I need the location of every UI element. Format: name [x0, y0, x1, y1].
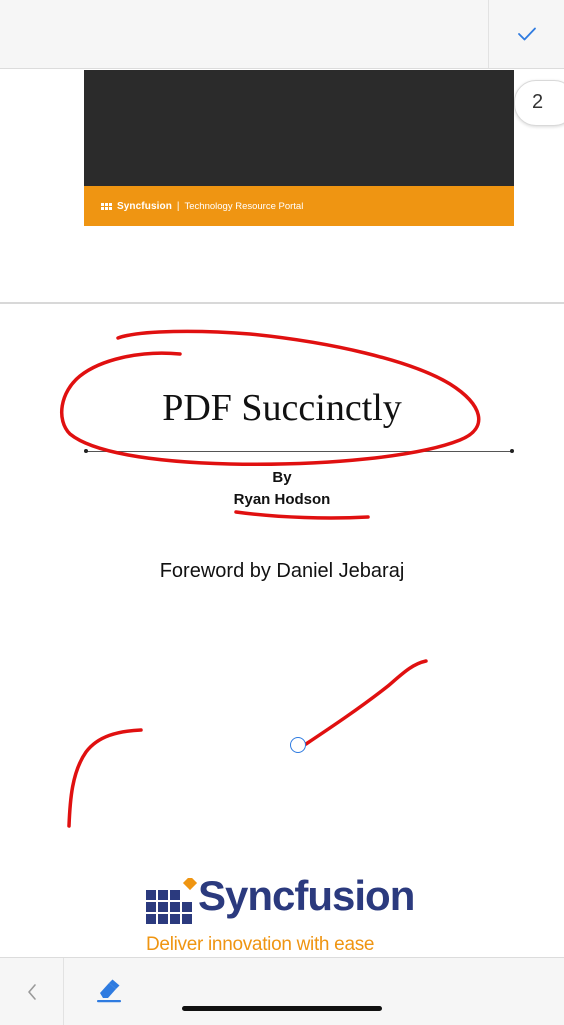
page-number-badge[interactable]: 2	[514, 80, 564, 126]
ink-diagonal-stroke[interactable]	[304, 659, 428, 746]
page-divider	[0, 302, 564, 304]
chevron-left-icon	[27, 983, 36, 1000]
top-toolbar	[0, 0, 564, 69]
checkmark-icon	[517, 27, 536, 41]
logo-tagline: Deliver innovation with ease	[146, 934, 375, 955]
cover-brand-name: Syncfusion	[117, 200, 172, 212]
title-rule	[86, 451, 512, 452]
foreword-text: Foreword by Daniel Jebaraj	[159, 560, 405, 582]
rule-endpoint-left	[84, 449, 88, 453]
cover-portal-text: Technology Resource Portal	[184, 200, 304, 212]
back-button[interactable]	[0, 958, 63, 1025]
rule-endpoint-right	[510, 449, 514, 453]
cover-divider: |	[176, 200, 180, 212]
document-title: PDF Succinctly	[162, 387, 402, 429]
home-indicator[interactable]	[182, 1006, 382, 1011]
cover-brand: Syncfusion	[101, 201, 172, 212]
syncfusion-mark-icon	[101, 203, 112, 210]
stroke-selection-handle[interactable]	[290, 737, 306, 753]
page-number: 2	[532, 91, 544, 113]
ink-underline-stroke[interactable]	[234, 510, 370, 520]
cover-dark-band	[84, 70, 514, 186]
syncfusion-mark-icon	[146, 878, 198, 924]
syncfusion-logo: Syncfusion Deliver innovation with ease	[146, 872, 426, 956]
by-label: By	[272, 469, 292, 486]
ink-curve-stroke[interactable]	[67, 728, 143, 828]
confirm-button[interactable]	[489, 0, 564, 68]
cover-brand-bar: Syncfusion | Technology Resource Portal	[84, 186, 514, 226]
eraser-icon	[97, 979, 121, 1003]
logo-wordmark: Syncfusion	[198, 872, 415, 919]
bottom-toolbar	[0, 957, 564, 1025]
author-name: Ryan Hodson	[233, 491, 331, 508]
eraser-tool-button[interactable]	[84, 968, 134, 1012]
toolbar-divider	[63, 958, 64, 1025]
